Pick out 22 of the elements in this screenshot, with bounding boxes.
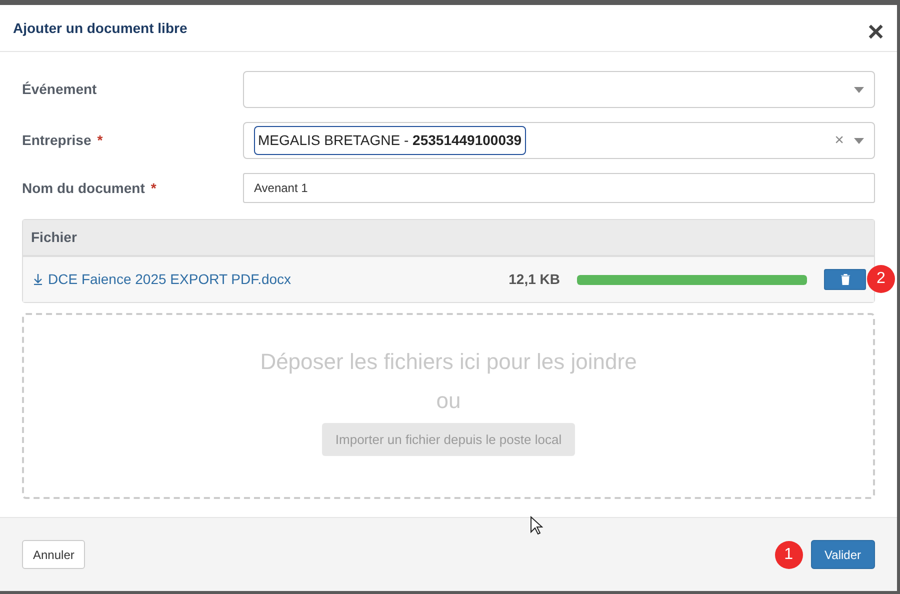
trash-icon bbox=[840, 274, 850, 285]
annotation-badge: 2 bbox=[867, 265, 895, 293]
download-icon bbox=[33, 274, 43, 285]
close-button[interactable]: × bbox=[868, 18, 884, 46]
file-link[interactable]: DCE Faience 2025 EXPORT PDF.docx bbox=[33, 269, 473, 290]
submit-button[interactable]: Valider bbox=[810, 540, 875, 569]
file-size: 12,1 KB bbox=[508, 270, 560, 289]
caret-icon bbox=[854, 138, 864, 144]
select-field[interactable] bbox=[243, 71, 875, 108]
field-label: Entreprise * bbox=[22, 131, 104, 150]
cancel-button[interactable]: Annuler bbox=[22, 540, 86, 569]
dialog-title: Ajouter un document libre bbox=[13, 18, 188, 38]
field-label: Événement bbox=[22, 80, 98, 99]
select-field[interactable]: MEGALIS BRETAGNE - 25351449100039 × bbox=[243, 122, 875, 159]
selected-value: MEGALIS BRETAGNE - 25351449100039 bbox=[254, 126, 526, 155]
column-header: Fichier bbox=[31, 228, 77, 247]
caret-icon bbox=[854, 86, 864, 92]
annotation-badge: 1 bbox=[774, 540, 803, 568]
delete-button[interactable] bbox=[824, 269, 866, 290]
input-field[interactable]: Avenant 1 bbox=[243, 173, 875, 203]
field-label: Nom du document * bbox=[22, 178, 158, 198]
clear-button[interactable]: × bbox=[834, 128, 844, 152]
